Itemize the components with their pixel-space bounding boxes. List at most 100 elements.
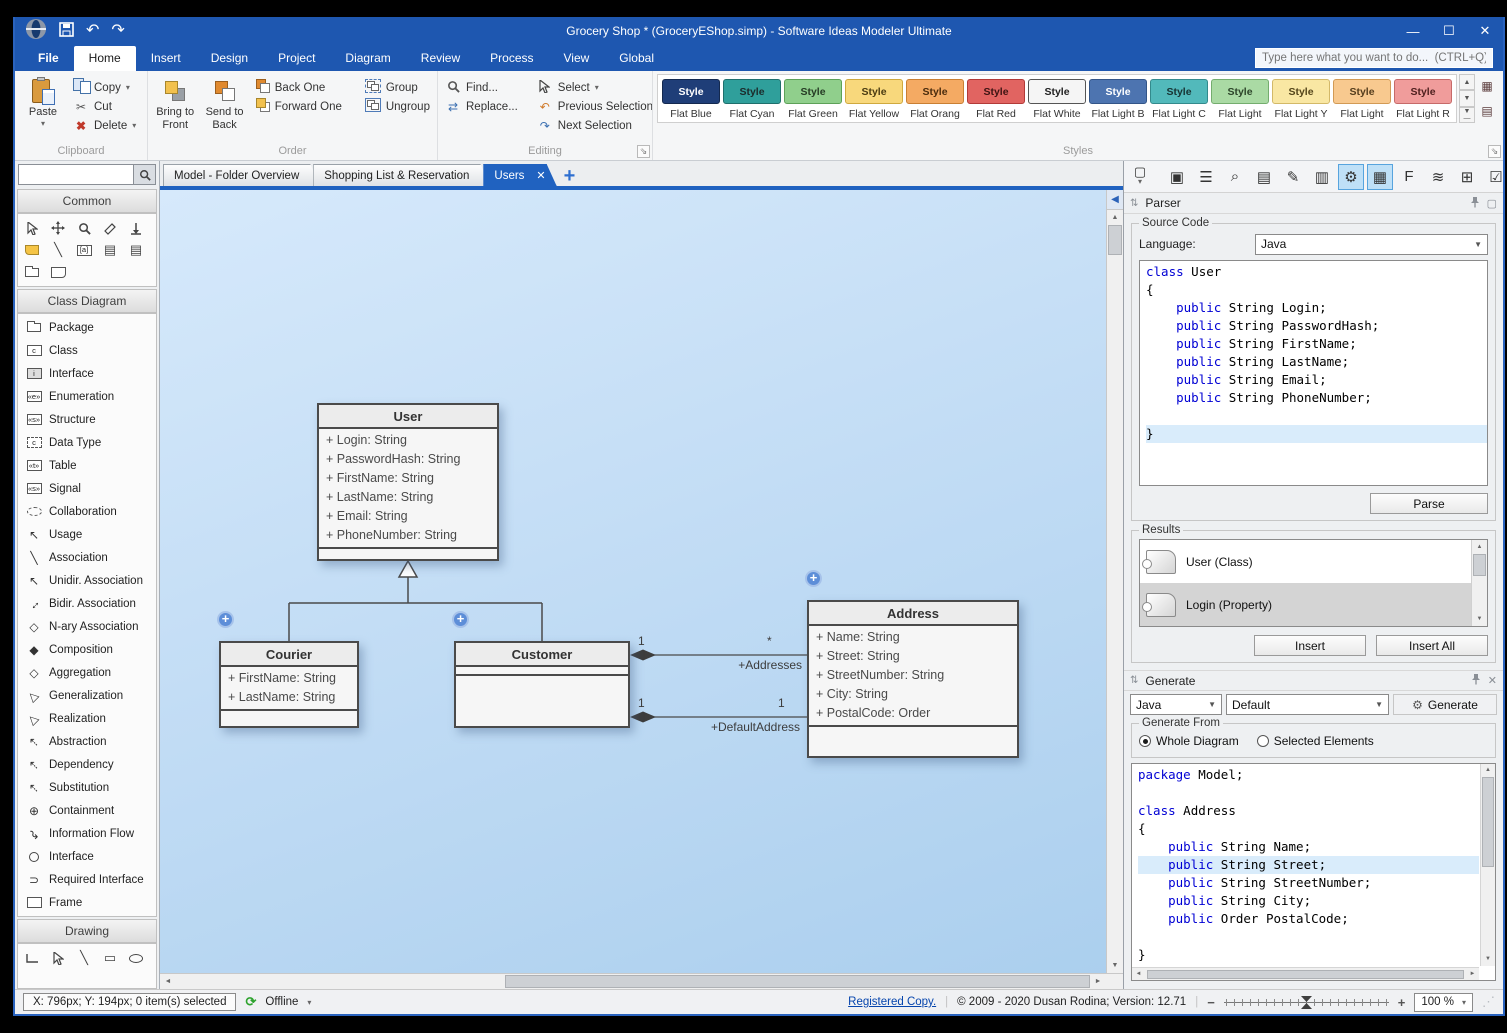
undo-icon[interactable]: ↶ <box>86 23 99 39</box>
add-element-badge-icon[interactable]: + <box>217 611 234 628</box>
toolbox-item-aggregation[interactable]: ◇Aggregation <box>18 661 156 684</box>
diagram-tab-shopping-list-reservation[interactable]: Shopping List & Reservation <box>313 164 490 186</box>
replace-button[interactable]: ⇄Replace... <box>442 97 521 116</box>
parser-code-editor[interactable]: class User{ public String Login; public … <box>1139 260 1488 486</box>
formatting-icon[interactable]: F <box>1396 164 1422 190</box>
generate-hscroll-thumb[interactable] <box>1147 970 1464 979</box>
horizontal-scroll-thumb[interactable] <box>505 975 1090 988</box>
panel-maximize-icon[interactable]: ▢ <box>1487 197 1497 210</box>
style-item-13[interactable]: StyleFlat Light R <box>1394 79 1452 120</box>
language-select[interactable]: Java▼ <box>1255 234 1488 255</box>
outline-icon[interactable]: ☰ <box>1193 164 1219 190</box>
menu-tab-view[interactable]: View <box>549 46 605 71</box>
delete-button[interactable]: ✖Delete▾ <box>70 116 139 135</box>
parser-icon[interactable]: ⚙ <box>1338 164 1364 190</box>
uml-class-courier[interactable]: Courier+ FirstName: String+ LastName: St… <box>219 641 359 728</box>
menu-tab-home[interactable]: Home <box>74 46 136 71</box>
toolbox-item-association[interactable]: ╲Association <box>18 546 156 569</box>
assistant-search-input[interactable] <box>1255 48 1493 68</box>
tab-close-icon[interactable]: ✕ <box>536 169 545 182</box>
next-selection-button[interactable]: ↷Next Selection <box>534 116 656 135</box>
select-tool-icon[interactable] <box>22 219 42 237</box>
parse-button[interactable]: Parse <box>1370 493 1488 514</box>
structure-icon[interactable]: ⊞ <box>1454 164 1480 190</box>
format-painter-icon[interactable] <box>100 219 120 237</box>
toolbox-item-package[interactable]: Package <box>18 316 156 339</box>
layers-icon[interactable]: ≋ <box>1425 164 1451 190</box>
style-item-11[interactable]: StyleFlat Light Y <box>1272 79 1330 120</box>
generate-profile-select[interactable]: Default▼ <box>1226 694 1389 715</box>
text-area-tool-icon[interactable]: ▤ <box>126 241 146 259</box>
toolbox-item-abstraction[interactable]: ⇠Abstraction <box>18 730 156 753</box>
send-to-back-button[interactable]: Send to Back <box>201 74 247 131</box>
generate-code-viewer[interactable]: package Model; class Address{ public Str… <box>1131 763 1496 981</box>
menu-tab-project[interactable]: Project <box>263 46 330 71</box>
uml-class-address[interactable]: Address+ Name: String+ Street: String+ S… <box>807 600 1019 758</box>
toolbox-section-common[interactable]: Common <box>17 189 157 213</box>
panel-close-icon[interactable]: ✕ <box>1488 674 1497 687</box>
zoom-slider-thumb[interactable] <box>1301 996 1312 1012</box>
copy-button[interactable]: Copy▾ <box>70 78 139 97</box>
toolbox-item-unidir-association[interactable]: ↖Unidir. Association <box>18 569 156 592</box>
style-item-7[interactable]: StyleFlat White <box>1028 79 1086 120</box>
toolbox-item-class[interactable]: cClass <box>18 339 156 362</box>
results-scroll-thumb[interactable] <box>1473 554 1486 576</box>
toolbox-item-containment[interactable]: ⊕Containment <box>18 799 156 822</box>
menu-tab-review[interactable]: Review <box>406 46 475 71</box>
panel-collapse-icon[interactable]: ⇅ <box>1130 675 1138 686</box>
scroll-down-icon[interactable]: ▼ <box>1481 953 1495 966</box>
style-item-5[interactable]: StyleFlat Orang <box>906 79 964 120</box>
polyline-tool-icon[interactable] <box>22 949 42 967</box>
toolbox-search-input[interactable] <box>18 164 134 185</box>
result-item[interactable]: User (Class) <box>1140 540 1471 583</box>
toolbox-item-table[interactable]: «t»Table <box>18 454 156 477</box>
save-icon[interactable] <box>59 22 74 41</box>
menu-tab-design[interactable]: Design <box>196 46 263 71</box>
toolbox-item-structure[interactable]: «s»Structure <box>18 408 156 431</box>
toolbox-item-interface[interactable]: iInterface <box>18 362 156 385</box>
toolbox-item-generalization[interactable]: ◁Generalization <box>18 684 156 707</box>
toolbox-item-required-interface[interactable]: ⊃Required Interface <box>18 868 156 891</box>
toolbox-item-signal[interactable]: «s»Signal <box>18 477 156 500</box>
styles-scroll-down-icon[interactable]: ▼ <box>1459 90 1475 106</box>
generate-code-vscrollbar[interactable]: ▲ ▼ <box>1480 764 1495 966</box>
toolbox-item-frame[interactable]: Frame <box>18 891 156 914</box>
vertical-scroll-thumb[interactable] <box>1108 225 1122 255</box>
line-draw-tool-icon[interactable]: ╲ <box>74 949 94 967</box>
radio-selected-elements[interactable]: Selected Elements <box>1257 734 1374 748</box>
add-element-badge-icon[interactable]: + <box>805 570 822 587</box>
toolbox-item-enumeration[interactable]: «e»Enumeration <box>18 385 156 408</box>
uml-class-user[interactable]: User+ Login: String+ PasswordHash: Strin… <box>317 403 499 561</box>
find-button[interactable]: Find... <box>442 78 521 97</box>
generator-icon[interactable]: ▦ <box>1367 164 1393 190</box>
style-item-9[interactable]: StyleFlat Light C <box>1150 79 1208 120</box>
results-scrollbar[interactable]: ▲ ▼ <box>1471 540 1487 626</box>
generate-code-hscrollbar[interactable]: ◄ ► <box>1132 967 1479 980</box>
styles-expand-icon[interactable]: ▼— <box>1459 107 1475 123</box>
styles-scroll-up-icon[interactable]: ▲ <box>1459 74 1475 90</box>
scroll-down-icon[interactable]: ▼ <box>1472 612 1487 626</box>
style-item-4[interactable]: StyleFlat Yellow <box>845 79 903 120</box>
diagram-tab-model-folder-overview[interactable]: Model - Folder Overview <box>163 164 320 186</box>
scroll-up-icon[interactable]: ▲ <box>1481 764 1495 777</box>
toolbox-item-interface[interactable]: Interface <box>18 845 156 868</box>
diagram-tab-users[interactable]: Users✕ <box>483 164 556 186</box>
toolbox-item-collaboration[interactable]: Collaboration <box>18 500 156 523</box>
toolbox-item-dependency[interactable]: ⇠Dependency <box>18 753 156 776</box>
toolbox-item-composition[interactable]: ◆Composition <box>18 638 156 661</box>
insert-button[interactable]: Insert <box>1254 635 1366 656</box>
scroll-up-icon[interactable]: ▲ <box>1107 210 1123 225</box>
zoom-level-select[interactable]: 100 %▾ <box>1414 993 1473 1012</box>
redo-icon[interactable]: ↷ <box>111 23 124 39</box>
rectangle-tool-icon[interactable]: ▭ <box>100 949 120 967</box>
zoom-tool-icon[interactable] <box>74 219 94 237</box>
insert-tool-icon[interactable] <box>126 219 146 237</box>
style-item-6[interactable]: StyleFlat Red <box>967 79 1025 120</box>
scroll-left-icon[interactable]: ◄ <box>1132 971 1145 977</box>
generate-scroll-thumb[interactable] <box>1482 777 1494 867</box>
style-set-icon[interactable]: ▦ <box>1481 79 1492 93</box>
insert-all-button[interactable]: Insert All <box>1376 635 1488 656</box>
minimize-button[interactable]: — <box>1395 18 1431 44</box>
text-block-tool-icon[interactable]: ▤ <box>100 241 120 259</box>
generate-language-select[interactable]: Java▼ <box>1130 694 1222 715</box>
